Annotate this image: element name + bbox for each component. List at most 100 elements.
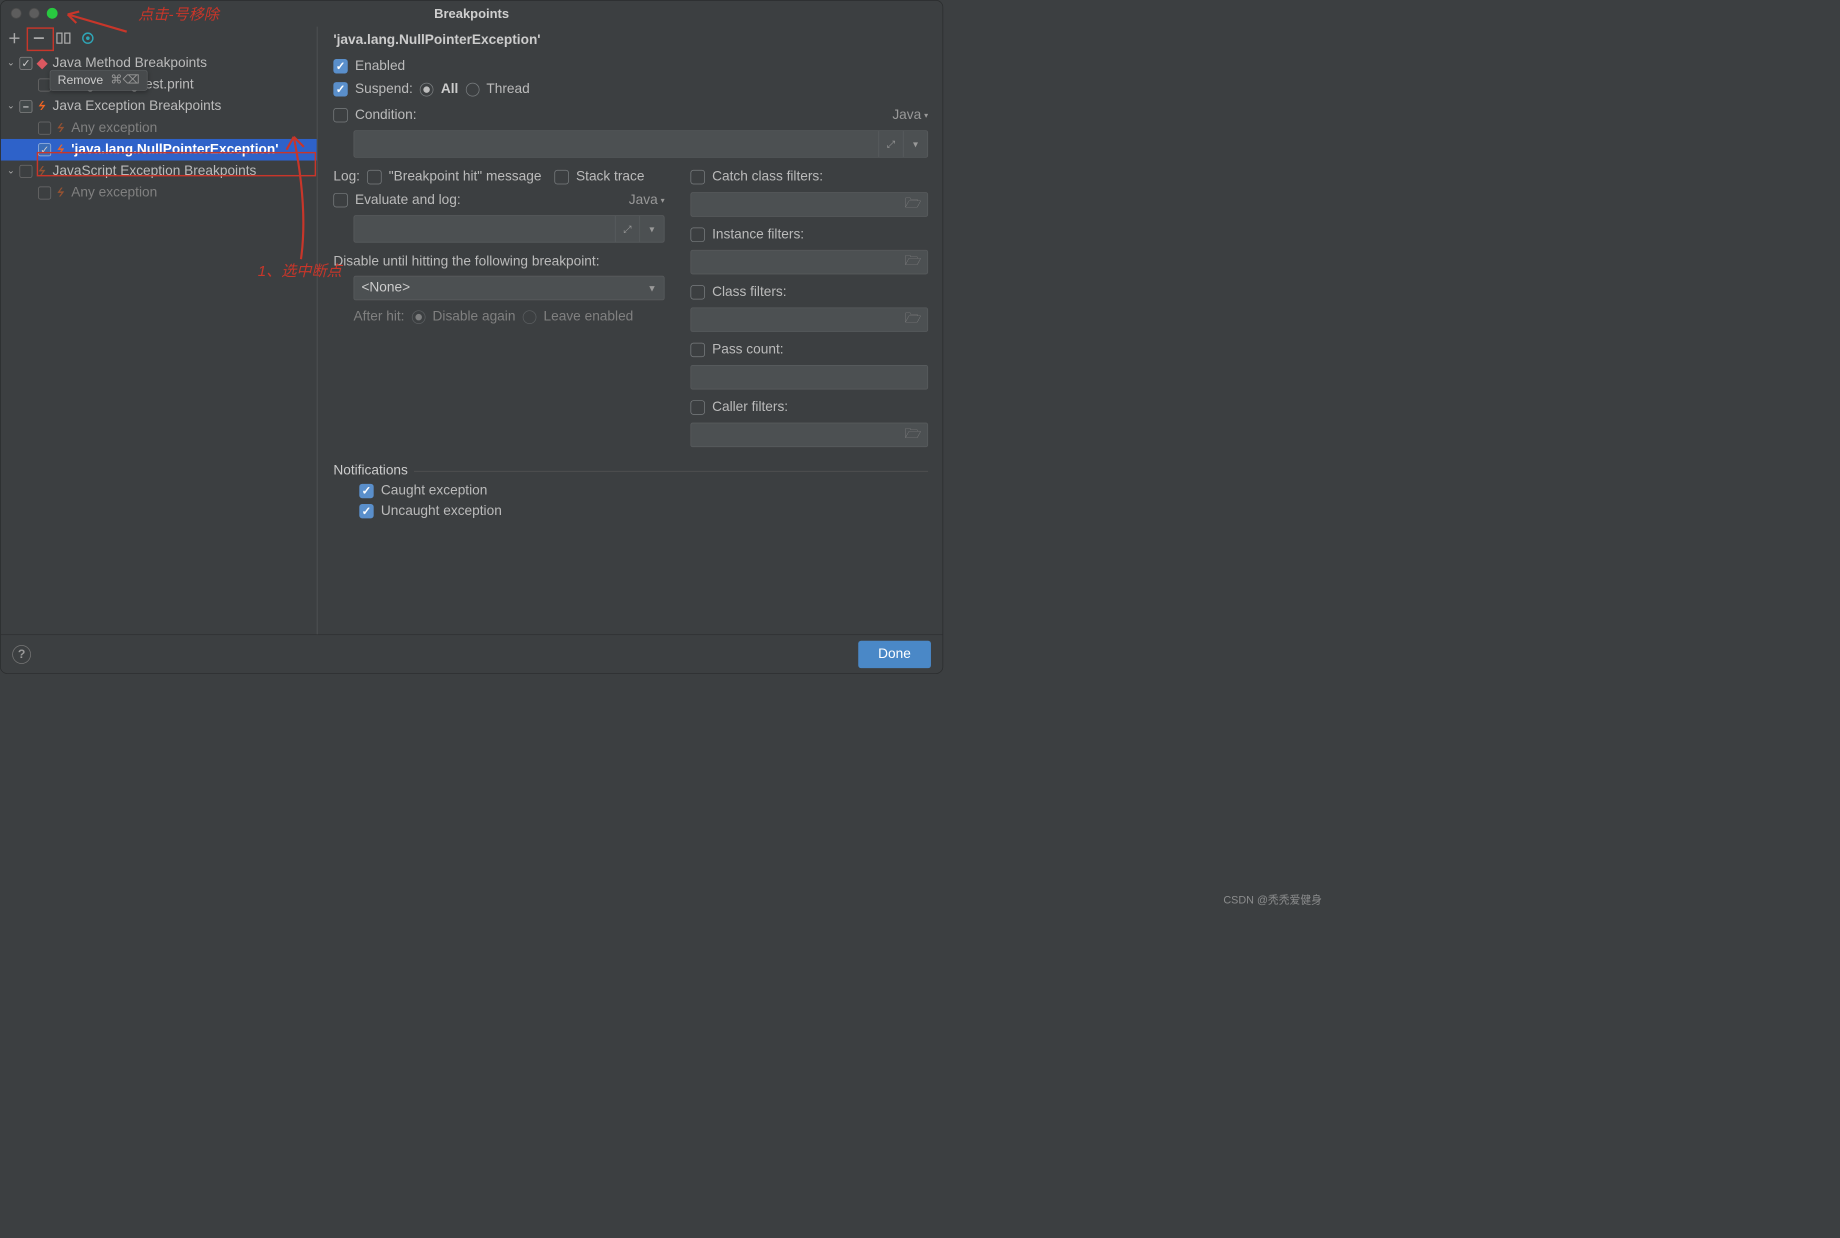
watermark: CSDN @秃秃爱健身 <box>1223 892 1322 907</box>
pass-count-checkbox[interactable] <box>690 343 704 357</box>
catch-filter-checkbox[interactable] <box>690 170 704 184</box>
remove-breakpoint-icon[interactable] <box>31 30 47 46</box>
uncaught-checkbox[interactable] <box>359 504 373 518</box>
breakpoint-details-panel: 'java.lang.NullPointerException' Enabled… <box>318 27 943 635</box>
maximize-window-icon[interactable] <box>47 8 58 19</box>
tooltip-text: Remove <box>58 73 104 87</box>
folder-icon[interactable]: 🗁 <box>905 423 922 446</box>
uncaught-label: Uncaught exception <box>381 503 502 519</box>
dialog-footer: ? Done <box>1 634 943 673</box>
checkbox[interactable] <box>19 100 32 113</box>
condition-input[interactable]: ⤢ ▾ <box>354 130 929 157</box>
suspend-all-radio[interactable] <box>420 82 434 96</box>
expand-icon[interactable]: ⤢ <box>878 131 902 157</box>
tree-group-js-exception[interactable]: ⌄ ϟ JavaScript Exception Breakpoints <box>1 161 317 183</box>
log-stack-label: Stack trace <box>576 169 644 185</box>
caller-filter-label: Caller filters: <box>712 400 788 416</box>
remove-tooltip: Remove ⌘⌫ <box>50 70 148 91</box>
dropdown-arrow-icon[interactable]: ▾ <box>639 216 663 242</box>
disable-until-label: Disable until hitting the following brea… <box>333 254 664 270</box>
divider <box>414 471 928 472</box>
checkbox[interactable] <box>38 122 51 135</box>
folder-icon[interactable]: 🗁 <box>905 308 922 331</box>
disable-until-combo[interactable]: <None> ▼ <box>354 276 665 300</box>
eval-checkbox[interactable] <box>333 193 347 207</box>
tree-label: Any exception <box>71 120 157 136</box>
dropdown-arrow-icon[interactable]: ▾ <box>924 111 928 120</box>
suspend-checkbox[interactable] <box>333 82 347 96</box>
caught-checkbox[interactable] <box>359 484 373 498</box>
help-button[interactable]: ? <box>12 645 31 664</box>
exception-breakpoint-icon: ϟ <box>55 188 67 198</box>
tree-toolbar <box>1 27 317 51</box>
details-title: 'java.lang.NullPointerException' <box>333 32 928 48</box>
after-leave-label: Leave enabled <box>544 309 634 325</box>
group-by-icon[interactable] <box>55 30 71 46</box>
tree-label: JavaScript Exception Breakpoints <box>53 163 257 179</box>
enabled-checkbox[interactable] <box>333 59 347 73</box>
tree-item[interactable]: bug.DebugTest.print <box>1 74 317 96</box>
caller-filter-input[interactable]: 🗁 <box>690 423 928 447</box>
exception-breakpoint-icon: ϟ <box>36 166 48 176</box>
view-options-icon[interactable] <box>80 30 96 46</box>
close-window-icon[interactable] <box>11 8 22 19</box>
condition-lang-label[interactable]: Java <box>892 107 921 123</box>
suspend-label: Suspend: <box>355 81 413 97</box>
exception-breakpoint-icon: ϟ <box>55 145 67 155</box>
tree-item-selected[interactable]: ϟ 'java.lang.NullPointerException' <box>1 139 317 161</box>
instance-filter-input[interactable]: 🗁 <box>690 250 928 274</box>
breakpoint-tree[interactable]: ⌄ Java Method Breakpoints bug.DebugTest.… <box>1 51 317 634</box>
pass-count-label: Pass count: <box>712 342 783 358</box>
after-disable-label: Disable again <box>433 309 516 325</box>
instance-filter-checkbox[interactable] <box>690 228 704 242</box>
tree-group-java-method[interactable]: ⌄ Java Method Breakpoints <box>1 53 317 75</box>
breakpoint-tree-panel: ⌄ Java Method Breakpoints bug.DebugTest.… <box>1 27 318 635</box>
caller-filter-checkbox[interactable] <box>690 400 704 414</box>
done-button[interactable]: Done <box>858 640 931 667</box>
tree-label: Any exception <box>71 185 157 201</box>
class-filter-input[interactable]: 🗁 <box>690 307 928 331</box>
checkbox[interactable] <box>19 165 32 178</box>
suspend-thread-radio[interactable] <box>466 82 480 96</box>
pass-count-input[interactable] <box>690 365 928 389</box>
suspend-all-label: All <box>441 81 458 97</box>
suspend-thread-label: Thread <box>486 81 529 97</box>
log-stack-checkbox[interactable] <box>554 170 568 184</box>
log-hit-checkbox[interactable] <box>367 170 381 184</box>
minimize-window-icon[interactable] <box>29 8 40 19</box>
expand-icon[interactable]: ⤢ <box>615 216 639 242</box>
chevron-down-icon[interactable]: ⌄ <box>5 100 17 112</box>
chevron-down-icon[interactable]: ⌄ <box>5 57 17 69</box>
after-hit-label: After hit: <box>354 309 405 325</box>
exception-breakpoint-icon: ϟ <box>55 123 67 133</box>
folder-icon[interactable]: 🗁 <box>905 193 922 216</box>
checkbox[interactable] <box>19 57 32 70</box>
method-breakpoint-icon <box>37 58 47 68</box>
folder-icon[interactable]: 🗁 <box>905 251 922 274</box>
log-hit-label: "Breakpoint hit" message <box>389 169 542 185</box>
dropdown-arrow-icon[interactable]: ▾ <box>903 131 927 157</box>
notifications-label: Notifications <box>333 463 408 479</box>
instance-filter-label: Instance filters: <box>712 227 804 243</box>
checkbox[interactable] <box>38 143 51 156</box>
eval-label: Evaluate and log: <box>355 192 461 208</box>
add-breakpoint-icon[interactable] <box>6 30 22 46</box>
eval-input[interactable]: ⤢ ▾ <box>354 215 665 242</box>
dropdown-arrow-icon[interactable]: ▾ <box>661 195 665 204</box>
eval-lang-label[interactable]: Java <box>629 192 658 208</box>
tree-item[interactable]: ϟ Any exception <box>1 117 317 139</box>
tree-group-java-exception[interactable]: ⌄ ϟ Java Exception Breakpoints <box>1 96 317 118</box>
window-controls <box>11 8 58 19</box>
tree-item[interactable]: ϟ Any exception <box>1 182 317 204</box>
catch-filter-input[interactable]: 🗁 <box>690 192 928 216</box>
enabled-label: Enabled <box>355 58 405 74</box>
tree-label: Java Exception Breakpoints <box>53 99 222 115</box>
tooltip-shortcut: ⌘⌫ <box>110 73 140 88</box>
checkbox[interactable] <box>38 186 51 199</box>
condition-checkbox[interactable] <box>333 108 347 122</box>
log-label: Log: <box>333 169 360 185</box>
class-filter-checkbox[interactable] <box>690 285 704 299</box>
breakpoints-dialog: Breakpoints ⌄ Java Method Breakpoints <box>0 0 943 674</box>
chevron-down-icon[interactable]: ⌄ <box>5 165 17 177</box>
after-disable-radio <box>412 310 426 324</box>
